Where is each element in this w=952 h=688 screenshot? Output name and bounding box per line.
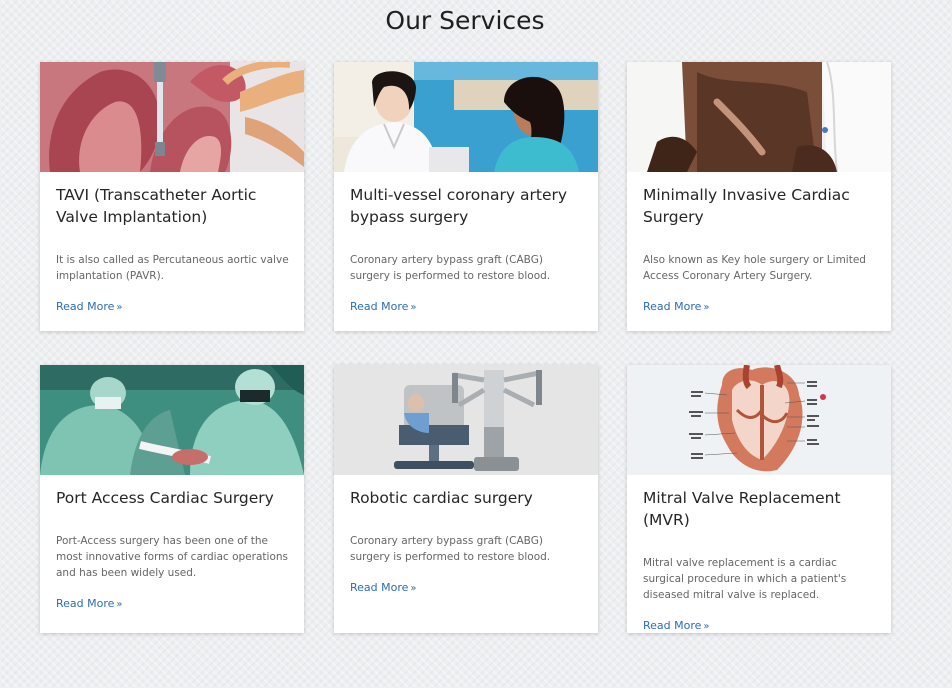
service-description: Coronary artery bypass graft (CABG) surg… [350,535,551,563]
service-card-minimally-invasive: Minimally Invasive Cardiac Surgery Also … [627,62,891,331]
service-card-cabg: Multi-vessel coronary artery bypass surg… [334,62,598,331]
service-title: Minimally Invasive Cardiac Surgery [643,186,850,226]
chevron-double-right-icon: » [116,599,123,610]
service-card-port-access: Port Access Cardiac Surgery Port-Access … [40,365,304,633]
service-description: Port-Access surgery has been one of the … [56,535,289,579]
service-title: Multi-vessel coronary artery bypass surg… [350,186,568,226]
surgery-team-image[interactable] [40,365,304,475]
chest-scar-image[interactable] [627,62,891,172]
read-more-link[interactable]: Read More» [40,597,139,610]
service-title: Robotic cardiac surgery [350,489,533,507]
read-more-link[interactable]: Read More» [334,581,433,594]
service-description: Mitral valve replacement is a cardiac su… [643,557,847,601]
service-card-mitral-valve: Mitral Valve Replacement (MVR) Mitral va… [627,365,891,633]
service-description: Also known as Key hole surgery or Limite… [643,254,866,282]
chevron-double-right-icon: » [116,302,123,313]
heart-diagram-image[interactable] [627,365,891,475]
chevron-double-right-icon: » [703,302,710,313]
doctor-consultation-image[interactable] [334,62,598,172]
read-more-link[interactable]: Read More» [40,300,139,313]
read-more-link[interactable]: Read More» [627,300,726,313]
read-more-link[interactable]: Read More» [627,619,726,632]
service-description: Coronary artery bypass graft (CABG) surg… [350,254,551,282]
service-title: Mitral Valve Replacement (MVR) [643,489,841,529]
service-title: Port Access Cardiac Surgery [56,489,274,507]
read-more-link[interactable]: Read More» [334,300,433,313]
page-title: Our Services [385,6,545,35]
robotic-surgery-system-image[interactable] [334,365,598,475]
chevron-double-right-icon: » [410,583,417,594]
service-card-tavi: TAVI (Transcatheter Aortic Valve Implant… [40,62,304,331]
service-title: TAVI (Transcatheter Aortic Valve Implant… [56,186,257,226]
chevron-double-right-icon: » [703,621,710,632]
chevron-double-right-icon: » [410,302,417,313]
service-description: It is also called as Percutaneous aortic… [56,254,289,282]
service-card-robotic: Robotic cardiac surgery Coronary artery … [334,365,598,633]
tavi-heart-image[interactable] [40,62,304,172]
